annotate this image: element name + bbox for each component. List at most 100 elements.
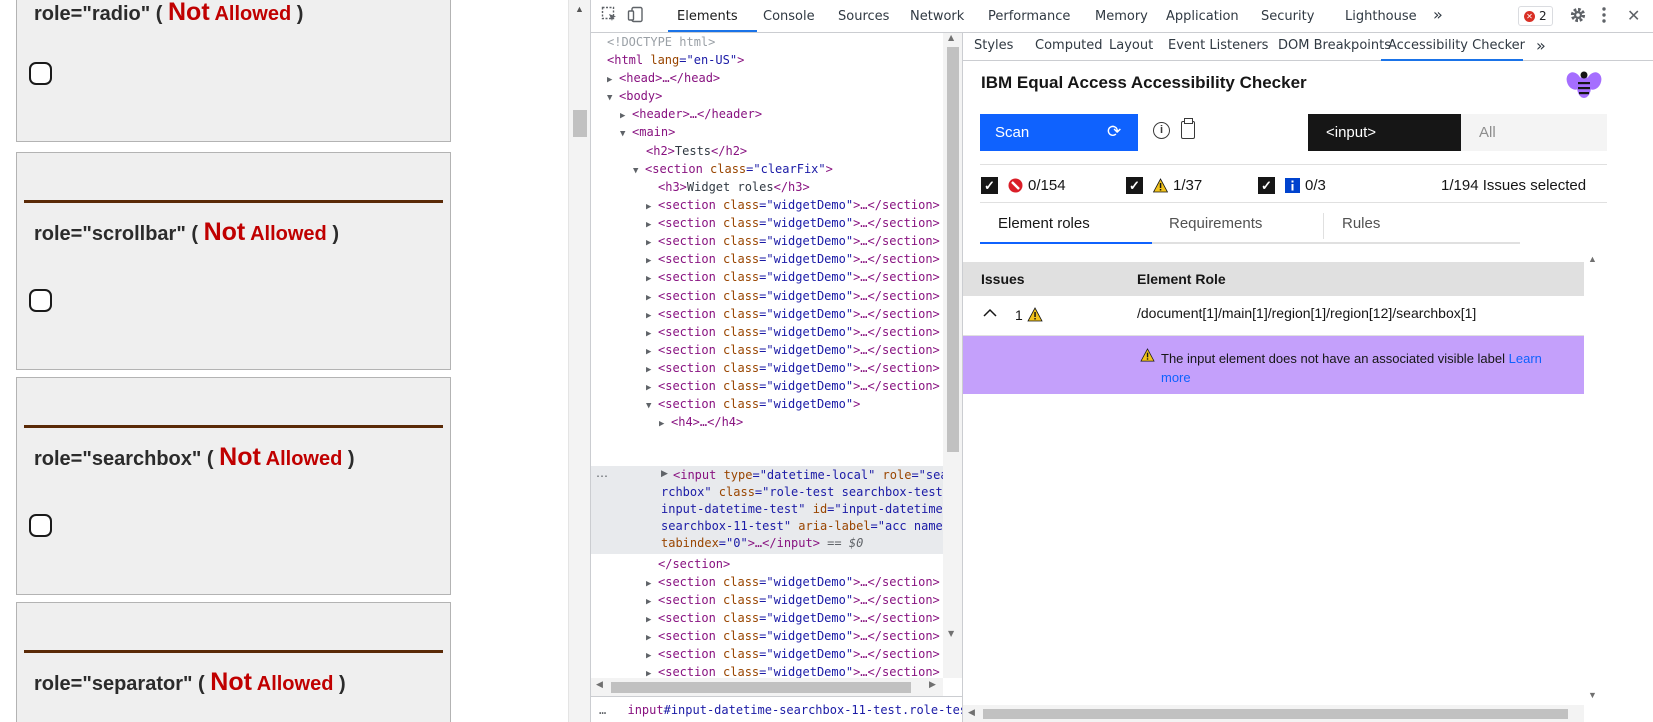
chevron-up-icon[interactable] <box>983 305 997 322</box>
tab-computed[interactable]: Computed <box>1035 38 1103 53</box>
page-scrollbar[interactable]: ▲ <box>568 0 590 722</box>
close-icon[interactable]: ✕ <box>1627 6 1640 25</box>
inspect-element-icon[interactable] <box>601 6 618 27</box>
tab-network[interactable]: Network <box>910 9 964 24</box>
scroll-down-arrow-icon[interactable]: ▼ <box>948 629 954 638</box>
dom-node-section[interactable]: ▶ <section class="widgetDemo">…</section> <box>591 359 940 378</box>
attr: class <box>723 647 760 661</box>
more-subtabs-icon[interactable]: » <box>1536 36 1546 55</box>
tab-accessibility-checker[interactable]: Accessibility Checker <box>1388 38 1525 53</box>
expand-triangle-icon[interactable]: ▶ <box>661 469 673 479</box>
dom-node-section[interactable]: ▶ <section class="widgetDemo">…</section> <box>591 341 940 360</box>
checker-vertical-scrollbar[interactable]: ▲ ▼ <box>1584 254 1601 722</box>
tab-dom-breakpoints[interactable]: DOM Breakpoints <box>1278 38 1391 53</box>
dom-node[interactable]: ▼ <main> <box>591 123 675 142</box>
elements-hscroll-thumb[interactable] <box>611 682 911 693</box>
tag: <section <box>658 629 724 643</box>
checkbox-checked-icon[interactable]: ✓ <box>1258 177 1275 194</box>
attr-value: ="clearFix" <box>746 162 826 176</box>
elements-scroll-thumb[interactable] <box>947 47 959 452</box>
breadcrumb-overflow-icon[interactable]: … <box>599 703 606 717</box>
checkbox-checked-icon[interactable]: ✓ <box>981 177 998 194</box>
dom-node[interactable]: <h2>Tests</h2> <box>591 142 747 161</box>
device-toolbar-icon[interactable] <box>627 6 644 27</box>
scroll-up-arrow-icon[interactable]: ▲ <box>1588 254 1597 264</box>
report-clipboard-icon[interactable] <box>1181 118 1195 139</box>
dom-node[interactable]: ▶ <header>…</header> <box>591 105 762 124</box>
test-widget-radio[interactable] <box>29 62 52 85</box>
dom-node[interactable]: <!DOCTYPE html> <box>591 33 715 52</box>
dom-node[interactable]: <html lang="en-US"> <box>591 51 744 70</box>
doctype: <!DOCTYPE html> <box>607 35 716 49</box>
scroll-down-arrow-icon[interactable]: ▼ <box>1588 690 1597 700</box>
error-count-badge[interactable]: ✕ 2 <box>1518 6 1553 26</box>
scroll-right-arrow-icon[interactable]: ▶ <box>929 680 936 690</box>
gear-icon[interactable] <box>1569 6 1587 28</box>
dom-node-section[interactable]: ▶ <section class="widgetDemo">…</section> <box>591 268 940 287</box>
tab-performance[interactable]: Performance <box>988 9 1070 24</box>
dom-node[interactable]: </section> <box>591 555 730 574</box>
tab-memory[interactable]: Memory <box>1095 9 1148 24</box>
scroll-up-arrow-icon[interactable]: ▲ <box>948 33 954 42</box>
dom-node[interactable]: <h3>Widget roles</h3> <box>591 178 810 197</box>
test-widget-searchbox[interactable] <box>29 514 52 537</box>
tab-event-listeners[interactable]: Event Listeners <box>1168 38 1268 53</box>
focus-all-selector[interactable]: All <box>1461 114 1607 151</box>
dom-node[interactable]: ▶ <head>…</head> <box>591 69 720 88</box>
dom-node-section[interactable]: ▶ <section class="widgetDemo">…</section> <box>591 645 940 664</box>
scan-button[interactable]: Scan ⟳ <box>980 114 1138 151</box>
active-ibm-tab-indicator <box>980 242 1152 244</box>
checker-hscroll-thumb[interactable] <box>983 709 1568 719</box>
dom-node-section[interactable]: ▶ <section class="widgetDemo">…</section> <box>591 377 940 396</box>
dom-node-section[interactable]: ▶ <section class="widgetDemo">…</section> <box>591 287 940 306</box>
dom-node-section[interactable]: ▶ <section class="widgetDemo">…</section> <box>591 305 940 324</box>
scroll-left-arrow-icon[interactable]: ◀ <box>596 680 603 690</box>
issue-detail-row[interactable]: The input element does not have an assoc… <box>963 336 1584 394</box>
dom-node-section[interactable]: ▶ <section class="widgetDemo">…</section> <box>591 591 940 610</box>
dom-node-section[interactable]: ▶ <section class="widgetDemo">…</section> <box>591 323 940 342</box>
dom-node[interactable]: ▶ <h4>…</h4> <box>591 413 743 432</box>
more-tabs-icon[interactable]: » <box>1433 5 1443 24</box>
checkbox-checked-icon[interactable]: ✓ <box>1126 177 1143 194</box>
dom-node[interactable]: ▼ <body> <box>591 87 662 106</box>
dom-node-section-expanded[interactable]: ▼ <section class="widgetDemo"> <box>591 395 860 414</box>
tab-elements[interactable]: Elements <box>677 9 738 24</box>
tab-element-roles[interactable]: Element roles <box>998 215 1090 243</box>
role-title-scrollbar: role="scrollbar" ( Not Allowed ) <box>34 218 339 247</box>
dom-node-section[interactable]: ▶ <section class="widgetDemo">…</section> <box>591 573 940 592</box>
scroll-left-arrow-icon[interactable]: ◀ <box>968 707 975 718</box>
selected-dom-node[interactable]: … ▶ <input type="datetime-local" role="s… <box>591 466 951 554</box>
tab-console[interactable]: Console <box>763 9 815 24</box>
violation-count: 0/154 <box>1028 177 1066 194</box>
dom-breadcrumb[interactable]: … input#input-datetime-searchbox-11-test… <box>591 696 962 722</box>
elements-horizontal-scrollbar[interactable]: ◀ ▶ <box>591 678 943 696</box>
table-row[interactable]: 1 /document[1]/main[1]/region[1]/region[… <box>963 296 1584 336</box>
dom-node-section[interactable]: ▶ <section class="widgetDemo">…</section> <box>591 214 940 233</box>
dom-node-section[interactable]: ▶ <section class="widgetDemo">…</section> <box>591 609 940 628</box>
page-scroll-thumb[interactable] <box>573 110 587 137</box>
tab-requirements[interactable]: Requirements <box>1169 215 1262 243</box>
kebab-menu-icon[interactable] <box>1601 6 1607 28</box>
tab-application[interactable]: Application <box>1166 9 1239 24</box>
tab-lighthouse[interactable]: Lighthouse <box>1345 9 1417 24</box>
dom-node-section[interactable]: ▶ <section class="widgetDemo">…</section> <box>591 250 940 269</box>
tab-sources[interactable]: Sources <box>838 9 889 24</box>
info-icon[interactable]: i <box>1153 122 1170 139</box>
elements-vertical-scrollbar[interactable]: ▲ ▼ <box>943 33 962 678</box>
tab-security[interactable]: Security <box>1261 9 1314 24</box>
issues-selected-summary: 1/194 Issues selected <box>1441 177 1587 194</box>
expand-triangle-icon[interactable]: ▶ <box>659 415 671 434</box>
scroll-up-arrow-icon[interactable]: ▲ <box>575 4 584 14</box>
tab-rules[interactable]: Rules <box>1342 215 1380 243</box>
dom-node[interactable]: ▼ <section class="clearFix"> <box>591 160 833 179</box>
test-widget-scrollbar[interactable] <box>29 289 52 312</box>
tab-layout[interactable]: Layout <box>1109 38 1153 53</box>
checker-horizontal-scrollbar[interactable]: ◀ <box>963 705 1584 722</box>
attr-value: ="widgetDemo" <box>759 270 854 284</box>
dom-node-section[interactable]: ▶ <section class="widgetDemo">…</section> <box>591 627 940 646</box>
tab-styles[interactable]: Styles <box>974 38 1013 53</box>
dom-node-section[interactable]: ▶ <section class="widgetDemo">…</section> <box>591 232 940 251</box>
node-actions-icon[interactable]: … <box>596 466 608 480</box>
focus-element-selector[interactable]: <input> <box>1308 114 1461 151</box>
dom-node-section[interactable]: ▶ <section class="widgetDemo">…</section> <box>591 196 940 215</box>
